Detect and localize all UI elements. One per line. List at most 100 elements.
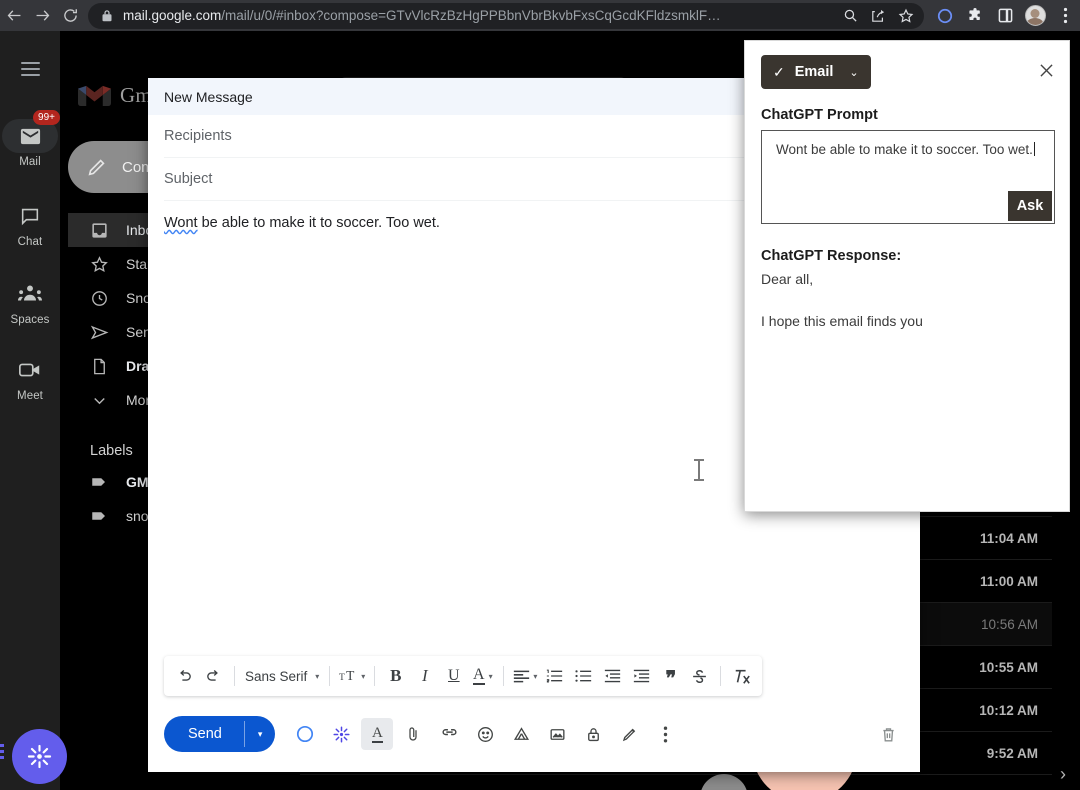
text-color-button[interactable]: A ▾ — [468, 660, 497, 692]
rail-dots-decoration — [0, 744, 4, 762]
compose-body-text: be able to make it to soccer. Too wet. — [197, 215, 440, 231]
attach-file-icon[interactable] — [397, 718, 429, 750]
text-caret — [1033, 142, 1035, 156]
clock-icon — [90, 289, 112, 308]
font-family-value: Sans Serif — [245, 668, 308, 684]
format-text-icon[interactable]: A — [361, 718, 394, 750]
send-options-caret-icon: ▾ — [257, 728, 263, 739]
discard-draft-button[interactable] — [872, 718, 904, 750]
italic-button[interactable]: I — [410, 660, 439, 692]
forward-arrow-icon — [36, 10, 49, 21]
more-options-icon[interactable] — [649, 718, 681, 750]
spaces-people-icon — [2, 277, 58, 311]
bold-button[interactable]: B — [381, 660, 410, 692]
bulleted-list-button[interactable] — [569, 660, 598, 692]
row-time: 10:55 AM — [979, 659, 1038, 675]
chevron-down-icon: ▾ — [533, 671, 538, 681]
divider — [329, 666, 331, 686]
chevron-down-icon — [90, 391, 112, 410]
video-camera-icon — [2, 353, 58, 387]
align-button[interactable]: ▾ — [510, 660, 540, 692]
subject-placeholder: Subject — [164, 171, 213, 187]
numbered-list-button[interactable] — [540, 660, 569, 692]
three-dot-menu-icon — [1063, 7, 1067, 24]
response-label: ChatGPT Response: — [761, 248, 902, 264]
back-button[interactable] — [0, 2, 28, 30]
loading-circle-icon[interactable] — [289, 718, 321, 750]
address-bar[interactable]: mail.google.com/mail/u/0/#inbox?compose=… — [88, 2, 924, 29]
redo-icon — [207, 669, 218, 681]
spark-asterisk-icon — [27, 744, 52, 769]
chrome-menu-button[interactable] — [1050, 2, 1080, 30]
profile-avatar-button[interactable] — [1020, 2, 1050, 30]
prompt-value: Wont be able to make it to soccer. Too w… — [776, 140, 1042, 159]
signature-pen-icon[interactable] — [613, 718, 645, 750]
prompt-textarea[interactable]: Wont be able to make it to soccer. Too w… — [761, 130, 1055, 224]
hamburger-menu-icon — [20, 62, 40, 80]
spark-asterisk-icon[interactable] — [325, 718, 357, 750]
side-panel-icon — [998, 8, 1012, 23]
decorative-gray-circle — [700, 774, 748, 790]
underline-button[interactable]: U — [439, 660, 468, 692]
row-time: 10:12 AM — [979, 702, 1038, 718]
omnibox-search-button[interactable] — [836, 4, 864, 28]
mode-tab-email[interactable]: ✓ Email ⌄ — [761, 55, 871, 89]
rail-item-meet[interactable]: Meet — [0, 353, 60, 402]
rail-label-chat: Chat — [17, 236, 43, 248]
gmail-left-rail: 99+ Mail Chat Spaces Meet — [0, 31, 67, 790]
recipients-placeholder: Recipients — [164, 128, 232, 144]
extensions-button[interactable] — [960, 2, 990, 30]
back-arrow-icon — [7, 10, 20, 21]
inbox-icon — [90, 221, 112, 240]
rail-item-mail[interactable]: 99+ Mail — [0, 110, 60, 168]
divider — [720, 666, 722, 686]
font-family-select[interactable]: Sans Serif ▾ — [241, 660, 323, 692]
indent-increase-button[interactable] — [627, 660, 656, 692]
confidential-mode-lock-icon[interactable] — [577, 718, 609, 750]
emoji-icon[interactable] — [469, 718, 501, 750]
bookmark-button[interactable] — [892, 4, 920, 28]
chevron-right-icon[interactable]: › — [1060, 764, 1066, 785]
share-button[interactable] — [864, 4, 892, 28]
close-panel-button[interactable] — [1035, 59, 1057, 81]
forward-button[interactable] — [28, 2, 56, 30]
align-icon — [514, 670, 530, 682]
indent-decrease-button[interactable] — [598, 660, 627, 692]
strikethrough-icon — [693, 669, 707, 683]
puzzle-piece-icon — [969, 7, 980, 20]
send-button[interactable]: Send ▾ — [164, 716, 276, 752]
remove-formatting-button[interactable] — [727, 660, 756, 692]
rail-label-meet: Meet — [17, 390, 43, 402]
ask-button[interactable]: Ask — [1008, 191, 1052, 221]
block-quote-button[interactable]: ❞ — [656, 660, 685, 692]
pencil-icon — [88, 159, 105, 176]
rail-label-mail: Mail — [19, 156, 41, 168]
profile-ring-button[interactable] — [930, 2, 960, 30]
url-text: mail.google.com/mail/u/0/#inbox?compose=… — [123, 8, 836, 23]
mail-icon: 99+ — [2, 110, 60, 153]
row-time: 10:56 AM — [980, 616, 1038, 632]
spark-assistant-button[interactable] — [12, 729, 67, 784]
rail-item-spaces[interactable]: Spaces — [0, 277, 60, 326]
strikethrough-button[interactable] — [685, 660, 714, 692]
hamburger-menu-button[interactable] — [12, 53, 48, 89]
insert-photo-icon[interactable] — [541, 718, 573, 750]
undo-button[interactable] — [170, 660, 199, 692]
row-time: 11:00 AM — [979, 573, 1038, 589]
chevron-down-icon[interactable]: ⌄ — [849, 66, 858, 79]
share-icon — [872, 9, 884, 22]
reload-button[interactable] — [56, 2, 84, 30]
redo-button[interactable] — [199, 660, 228, 692]
reload-icon — [63, 9, 77, 22]
rail-label-spaces: Spaces — [10, 314, 50, 326]
rail-item-chat[interactable]: Chat — [0, 199, 60, 248]
row-time: 9:52 AM — [986, 745, 1038, 761]
mode-tab-label: Email — [794, 64, 834, 80]
side-panel-button[interactable] — [990, 2, 1020, 30]
chevron-down-icon: ▾ — [315, 671, 320, 681]
insert-link-icon[interactable] — [433, 718, 465, 750]
font-size-button[interactable]: TT ▾ — [336, 660, 368, 692]
label-tag-icon — [90, 473, 112, 491]
insert-drive-icon[interactable] — [505, 718, 537, 750]
remove-formatting-icon — [735, 669, 750, 684]
